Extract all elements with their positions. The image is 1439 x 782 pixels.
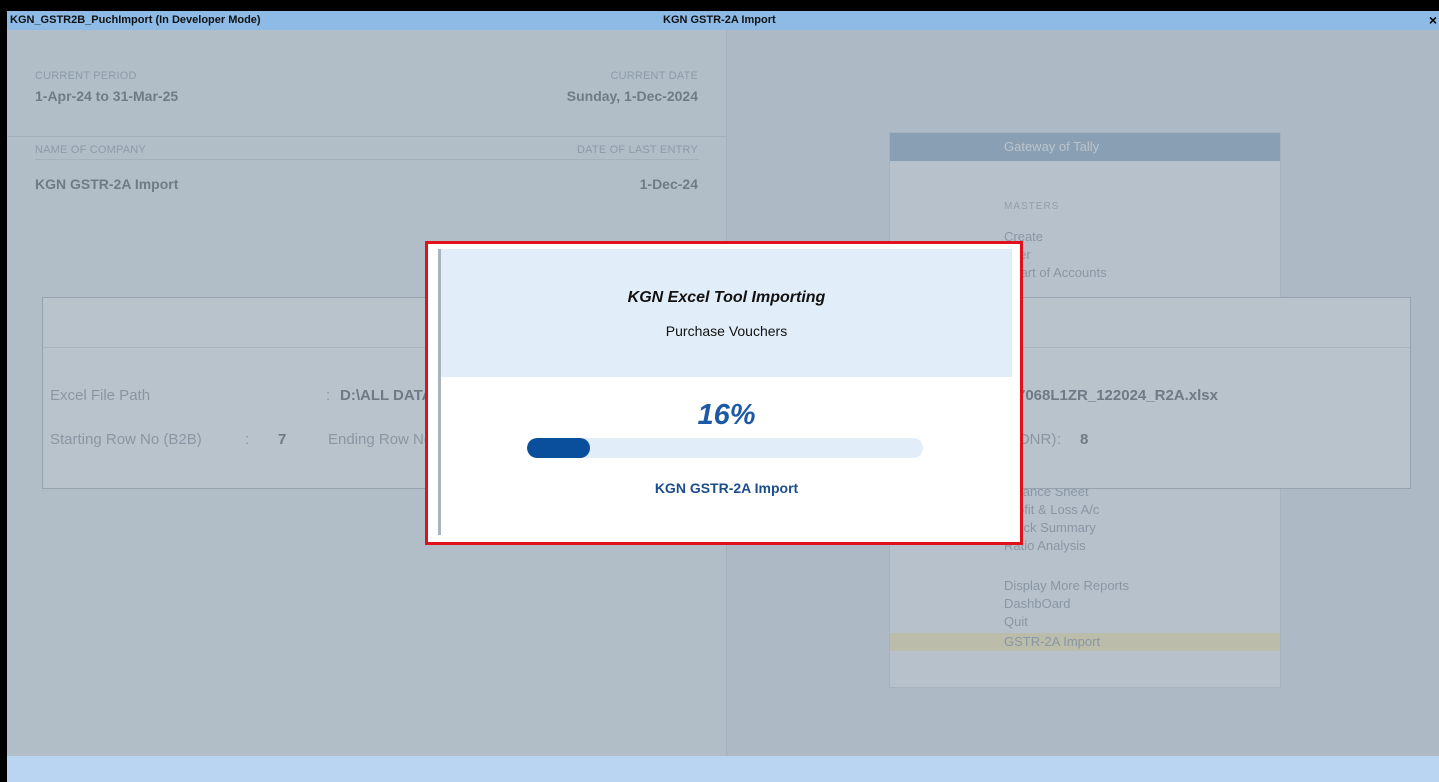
progress-card: 16% KGN GSTR-2A Import [441, 377, 1012, 535]
progress-bar-fill [527, 438, 591, 458]
status-bar [7, 756, 1439, 782]
window-title-left: KGN_GSTR2B_PuchImport (In Developer Mode… [10, 14, 261, 26]
progress-percent: 16% [697, 399, 756, 431]
window-title-center: KGN GSTR-2A Import [663, 14, 776, 26]
title-bar: KGN_GSTR2B_PuchImport (In Developer Mode… [7, 11, 1439, 30]
dialog-subtitle: Purchase Vouchers [665, 323, 788, 339]
progress-app-name: KGN GSTR-2A Import [654, 480, 799, 496]
close-icon[interactable]: × [1429, 11, 1437, 30]
dialog-body: KGN Excel Tool Importing Purchase Vouche… [438, 249, 1012, 535]
dialog-title: KGN Excel Tool Importing [627, 289, 826, 306]
import-progress-dialog: KGN Excel Tool Importing Purchase Vouche… [425, 241, 1023, 545]
tally-window: KGN_GSTR2B_PuchImport (In Developer Mode… [7, 11, 1439, 782]
progress-bar [527, 438, 923, 458]
